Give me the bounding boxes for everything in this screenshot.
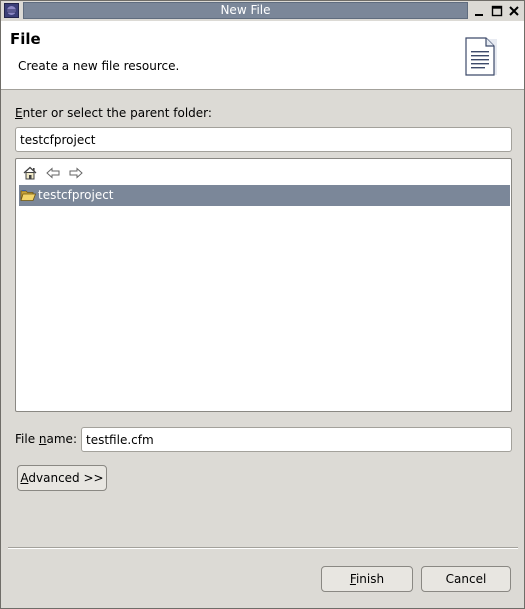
maximize-button[interactable] (489, 3, 505, 19)
file-name-input[interactable] (81, 427, 512, 452)
close-button[interactable] (506, 3, 522, 19)
tree-item-testcfproject[interactable]: testcfproject (19, 185, 510, 206)
file-name-label: File name: (15, 432, 77, 446)
cancel-button[interactable]: Cancel (421, 566, 511, 592)
new-file-dialog: New File File Create a new file resource… (0, 0, 525, 609)
window-title: New File (220, 3, 271, 17)
minimize-button[interactable] (471, 3, 487, 19)
wizard-header: File Create a new file resource. (1, 21, 524, 90)
parent-folder-label: Enter or select the parent folder: (15, 106, 212, 120)
app-icon[interactable] (4, 3, 19, 18)
new-file-wizard-icon (464, 37, 498, 77)
page-description: Create a new file resource. (18, 59, 180, 73)
finish-button[interactable]: Finish (321, 566, 413, 592)
tree-item-label: testcfproject (38, 188, 114, 202)
home-icon[interactable] (22, 165, 38, 181)
parent-folder-input[interactable] (15, 127, 512, 152)
title-bar[interactable]: New File (1, 1, 524, 21)
button-bar-separator (8, 547, 518, 549)
open-folder-icon (20, 188, 37, 202)
forward-arrow-icon[interactable] (68, 165, 84, 181)
advanced-button[interactable]: Advanced >> (17, 465, 107, 491)
page-title: File (10, 30, 41, 48)
folder-tree[interactable]: testcfproject (15, 158, 512, 412)
back-arrow-icon[interactable] (45, 165, 61, 181)
